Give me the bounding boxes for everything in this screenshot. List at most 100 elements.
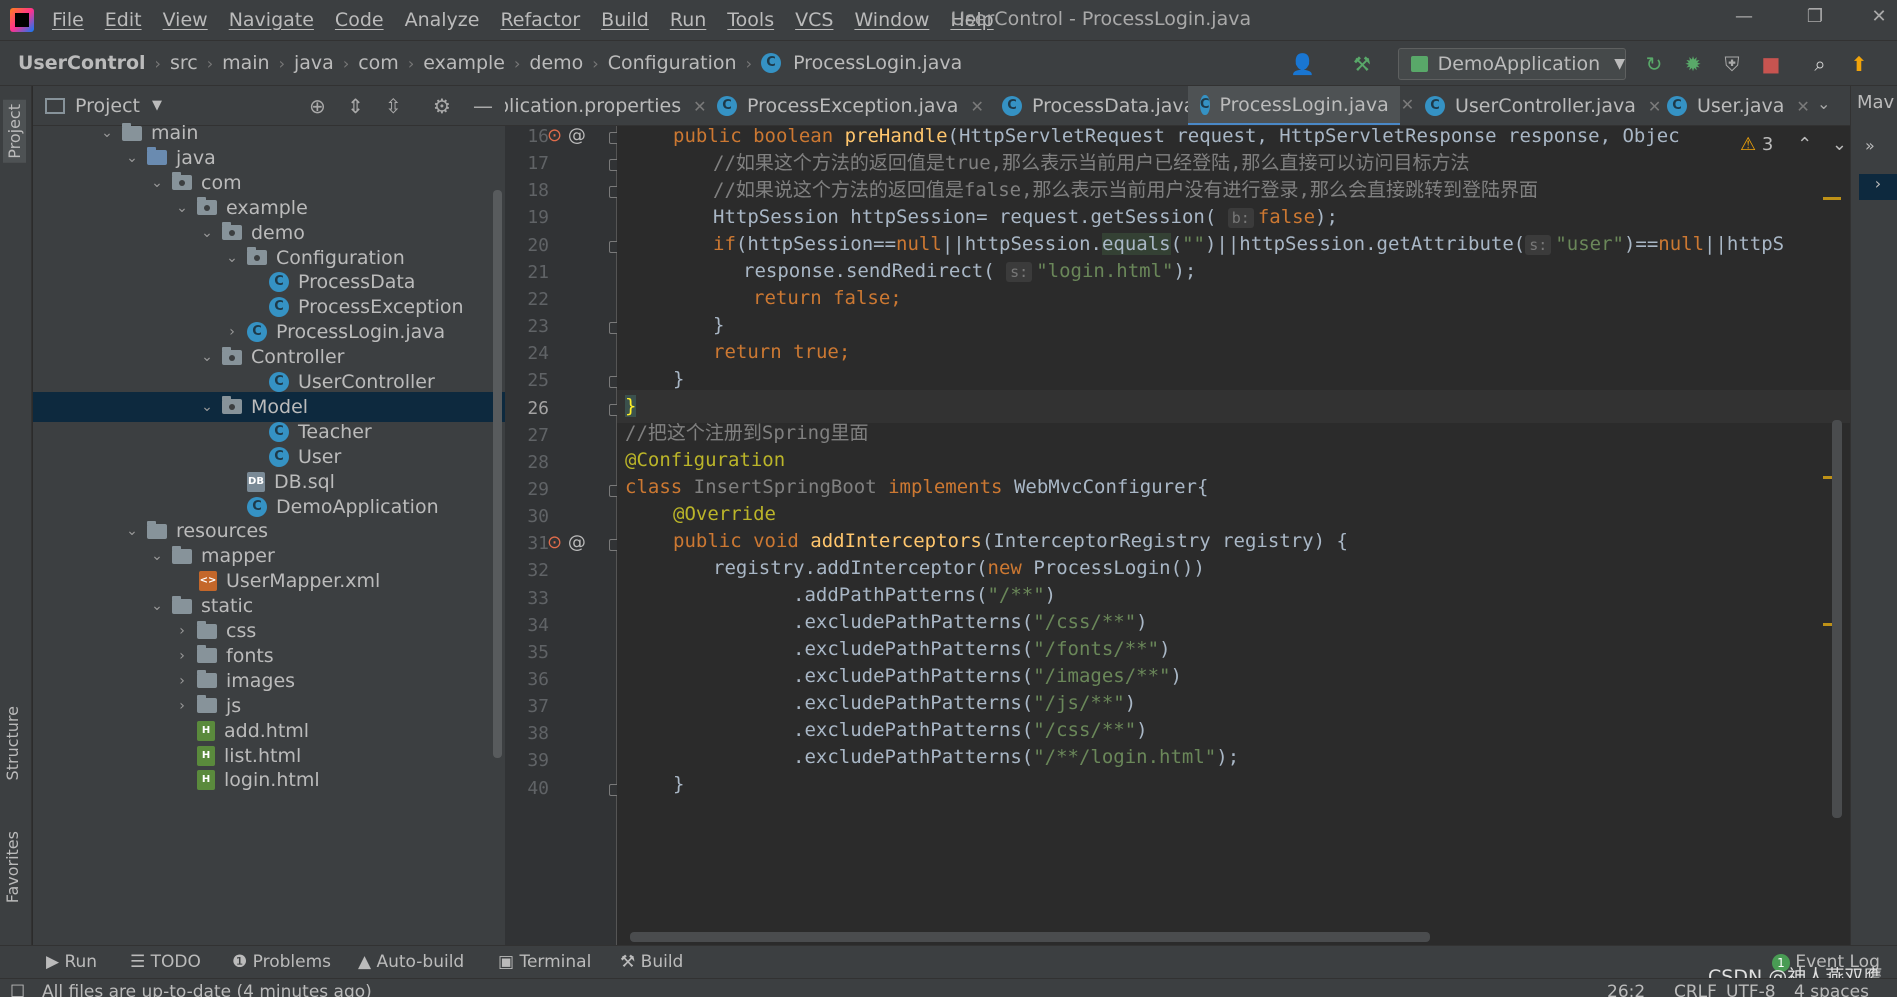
inspection-widget[interactable]: ⚠ 3 ⌃ ⌄: [1740, 134, 1847, 155]
hide-icon[interactable]: —: [473, 94, 493, 118]
tree-item-label: Model: [251, 395, 309, 418]
line-number: 18: [527, 180, 549, 202]
menu-tools[interactable]: Tools: [727, 9, 774, 31]
structure-tool-tab[interactable]: Structure: [3, 706, 22, 780]
run-tool-button[interactable]: ▶ Run: [46, 952, 97, 972]
menu-analyze[interactable]: Analyze: [405, 9, 480, 31]
chevron-down-icon[interactable]: ⌄: [198, 349, 216, 365]
terminal-tool-button[interactable]: ▣ Terminal: [498, 952, 591, 972]
menu-vcs[interactable]: VCS: [795, 9, 833, 31]
chevron-down-icon[interactable]: ▼: [152, 98, 162, 113]
gear-icon[interactable]: ⚙: [433, 94, 451, 118]
chevron-down-icon[interactable]: ⌄: [1832, 134, 1847, 155]
restore-button[interactable]: ❐: [1800, 6, 1830, 32]
breadcrumb-main[interactable]: main: [222, 52, 269, 74]
editor-vertical-scrollbar[interactable]: [1832, 420, 1842, 818]
hammer-icon[interactable]: ⚒: [1350, 52, 1374, 76]
breadcrumb-file[interactable]: ProcessLogin.java: [793, 52, 962, 74]
project-scrollbar[interactable]: [493, 190, 502, 758]
package-icon: [222, 346, 242, 365]
run-configuration-select[interactable]: DemoApplication ▼: [1398, 48, 1626, 80]
chevron-down-icon[interactable]: ⌄: [223, 250, 241, 266]
build-tool-button[interactable]: ⚒ Build: [620, 952, 683, 972]
update-icon[interactable]: ⬆: [1847, 52, 1871, 76]
chevron-down-icon[interactable]: ⌄: [123, 150, 141, 166]
chevron-down-icon[interactable]: ⌄: [173, 200, 191, 216]
chevron-right-icon[interactable]: »: [1865, 136, 1875, 155]
tree-item-label: UserMapper.xml: [226, 570, 381, 593]
tab-list-chevron-icon[interactable]: ⌄: [1817, 94, 1830, 113]
breadcrumb-example[interactable]: example: [423, 52, 505, 74]
tab-process-data[interactable]: CProcessData.java✕: [990, 86, 1221, 125]
chevron-right-icon[interactable]: ›: [173, 698, 191, 714]
chevron-down-icon[interactable]: ⌄: [123, 523, 141, 539]
maven-tab[interactable]: Mav: [1857, 92, 1894, 113]
tab-process-exception[interactable]: C ProcessException.java ✕: [705, 86, 984, 125]
auto-build-tool-button[interactable]: ▲ Auto-build: [358, 952, 464, 972]
tab-user[interactable]: C User.java ✕: [1655, 86, 1810, 125]
menu-window[interactable]: Window: [854, 9, 929, 31]
close-icon[interactable]: ✕: [1796, 97, 1809, 116]
menu-file[interactable]: File: [52, 9, 84, 31]
menu-edit[interactable]: Edit: [105, 9, 142, 31]
chevron-right-icon[interactable]: ›: [173, 623, 191, 639]
chevron-right-icon[interactable]: ›: [173, 648, 191, 664]
code-editor[interactable]: public boolean preHandle(HttpServletRequ…: [617, 126, 1850, 945]
breadcrumb-configuration[interactable]: Configuration: [608, 52, 737, 74]
breadcrumb-demo[interactable]: demo: [529, 52, 583, 74]
locate-icon[interactable]: ⊕: [309, 94, 326, 118]
breadcrumb-src[interactable]: src: [170, 52, 198, 74]
override-marker-icon[interactable]: ⊙ @: [547, 532, 586, 553]
tree-item[interactable]: Hlogin.html: [33, 765, 505, 795]
rerun-icon[interactable]: ↻: [1642, 52, 1666, 76]
menu-refactor[interactable]: Refactor: [500, 9, 580, 31]
search-icon[interactable]: ⌕: [1808, 52, 1832, 76]
menu-code[interactable]: Code: [335, 9, 384, 31]
chevron-right-icon[interactable]: ›: [223, 324, 241, 340]
override-marker-icon[interactable]: ⊙ @: [547, 125, 586, 146]
chevron-down-icon[interactable]: ⌄: [148, 175, 166, 191]
stop-icon[interactable]: ■: [1759, 52, 1783, 76]
chevron-down-icon[interactable]: ⌄: [148, 548, 166, 564]
indent-setting[interactable]: 4 spaces: [1794, 982, 1869, 997]
menu-build[interactable]: Build: [601, 9, 649, 31]
expand-all-icon[interactable]: ⇕: [347, 94, 364, 118]
line-separator[interactable]: CRLF: [1674, 982, 1717, 997]
user-icon[interactable]: 👤: [1290, 52, 1315, 76]
tab-application-properties[interactable]: plication.properties ✕: [505, 86, 707, 125]
project-tool-tab[interactable]: Project: [3, 100, 26, 163]
tab-user-controller[interactable]: C UserController.java ✕: [1413, 86, 1661, 125]
file-encoding[interactable]: UTF-8: [1726, 982, 1776, 997]
minimize-button[interactable]: —: [1729, 6, 1759, 32]
breadcrumb-project[interactable]: UserControl: [18, 52, 146, 74]
close-icon[interactable]: ✕: [970, 97, 983, 116]
coverage-icon[interactable]: ⛨: [1720, 52, 1744, 76]
chevron-down-icon[interactable]: ⌄: [98, 125, 116, 141]
tree-item-label: UserController: [298, 371, 435, 393]
close-window-button[interactable]: ✕: [1864, 6, 1894, 32]
favorites-tool-tab[interactable]: Favorites: [3, 831, 22, 903]
chevron-up-icon[interactable]: ⌃: [1797, 134, 1812, 155]
expand-panel-icon[interactable]: ›: [1859, 174, 1897, 200]
todo-tool-button[interactable]: ☰ TODO: [130, 952, 201, 972]
chevron-right-icon[interactable]: ›: [173, 673, 191, 689]
editor-horizontal-scrollbar[interactable]: [630, 932, 1430, 942]
breadcrumb-com[interactable]: com: [358, 52, 399, 74]
debug-icon[interactable]: ✹: [1681, 52, 1705, 76]
breadcrumb-java[interactable]: java: [294, 52, 334, 74]
chevron-down-icon[interactable]: ⌄: [198, 399, 216, 415]
tab-process-login[interactable]: C ProcessLogin.java ✕: [1188, 86, 1414, 125]
collapse-all-icon[interactable]: ⇳: [385, 94, 402, 118]
xml-file-icon: <>: [199, 571, 217, 592]
info-icon: ❶: [232, 952, 248, 972]
chevron-down-icon[interactable]: ⌄: [148, 598, 166, 614]
menu-navigate[interactable]: Navigate: [229, 9, 314, 31]
menu-run[interactable]: Run: [670, 9, 706, 31]
chevron-down-icon[interactable]: ⌄: [198, 225, 216, 241]
menu-view[interactable]: View: [163, 9, 208, 31]
problems-tool-button[interactable]: ❶ Problems: [232, 952, 331, 972]
caret-position[interactable]: 26:2: [1607, 982, 1645, 997]
status-square-icon[interactable]: ☐: [10, 982, 25, 997]
warning-stripe[interactable]: [1823, 197, 1841, 200]
project-title[interactable]: Project: [75, 95, 140, 117]
